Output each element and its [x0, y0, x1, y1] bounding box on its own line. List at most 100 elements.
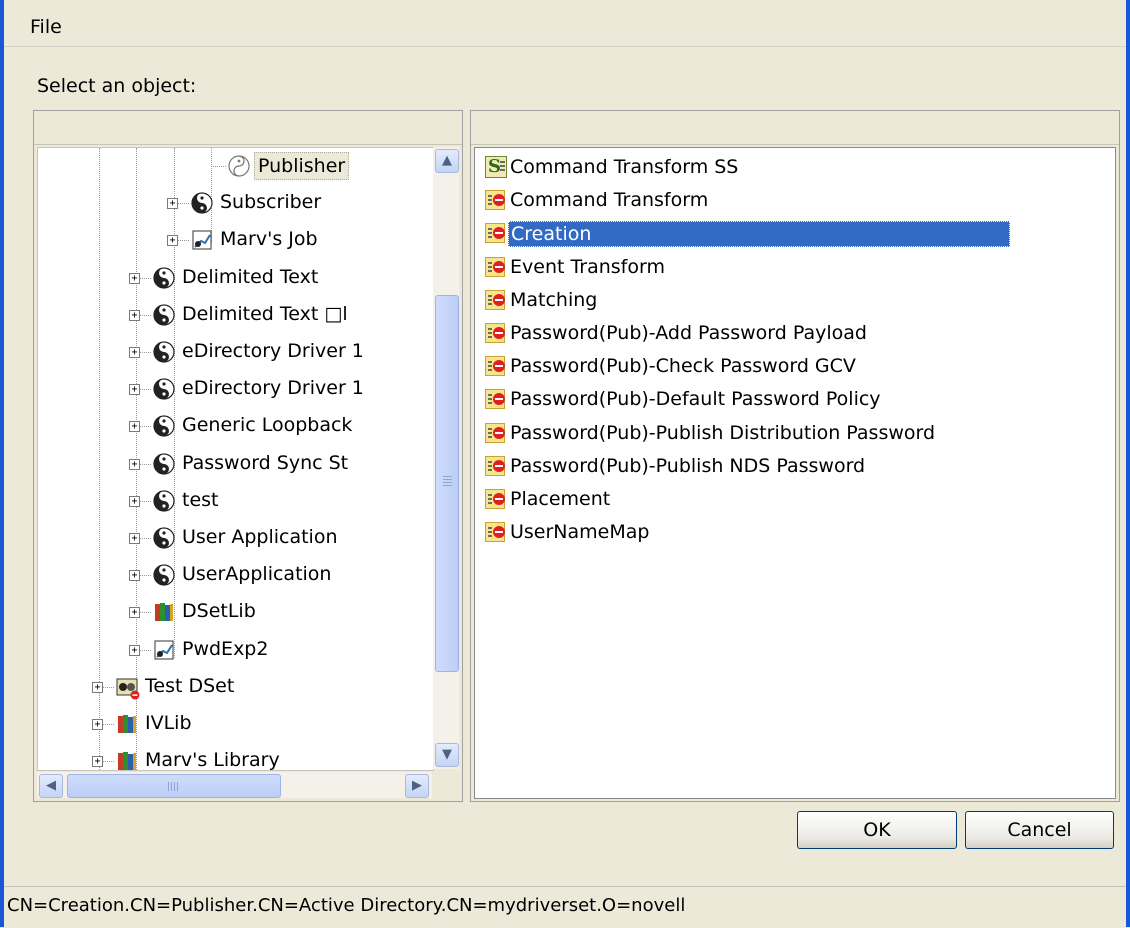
yin-yang-icon: [153, 527, 175, 549]
tree-node-label: eDirectory Driver 1: [182, 377, 364, 400]
policy-rule-icon: [485, 455, 505, 476]
expand-plus-icon[interactable]: +: [129, 644, 140, 656]
tree-node-label: Delimited Text: [182, 265, 319, 288]
vertical-scroll-thumb[interactable]: [435, 295, 459, 672]
ok-button[interactable]: OK: [797, 811, 957, 849]
scroll-up-button[interactable]: ▲: [435, 149, 459, 173]
tree-node-label: UserApplication: [182, 563, 332, 586]
list-item[interactable]: S Command Transform SS: [485, 152, 1105, 184]
tree-node[interactable]: + DSetLib: [38, 597, 433, 627]
list-item-label: Password(Pub)-Publish NDS Password: [510, 454, 866, 477]
driver-set-icon: [116, 676, 140, 700]
policy-rule-icon: [485, 356, 505, 377]
tree-node-label: User Application: [182, 526, 338, 548]
list-item[interactable]: Command Transform: [485, 185, 1105, 217]
arrow-left-icon: ◀: [46, 778, 56, 793]
job-icon: [153, 639, 175, 661]
expand-plus-icon[interactable]: +: [129, 272, 140, 284]
yin-yang-icon: [153, 266, 175, 289]
tree-vertical-scrollbar[interactable]: ▲ ▼: [433, 147, 459, 769]
expand-plus-icon[interactable]: +: [92, 756, 103, 768]
tree-node[interactable]: + eDirectory Driver 1: [38, 374, 433, 404]
policy-rule-icon: [485, 223, 505, 244]
tree-node[interactable]: + eDirectory Driver 1: [38, 337, 433, 367]
tree-node[interactable]: + User Application: [38, 523, 433, 553]
yin-yang-icon: [153, 341, 175, 363]
tree-node[interactable]: + Password Sync St: [38, 449, 433, 479]
tree-node-label: Delimited Text □l: [182, 302, 348, 325]
tree-panel: Publisher + Subscriber + Marv's Job + Delimite…: [33, 110, 463, 802]
expand-plus-icon[interactable]: +: [129, 533, 140, 544]
cancel-button[interactable]: Cancel: [965, 811, 1114, 849]
tree-node-label: Password Sync St: [182, 451, 349, 474]
list-item[interactable]: Placement: [485, 484, 1105, 516]
policy-rule-icon: [485, 522, 505, 543]
tree-node-label: DSetLib: [182, 600, 256, 623]
expand-plus-icon[interactable]: +: [92, 681, 103, 693]
tree-node[interactable]: + Marv's Job: [38, 225, 433, 255]
tree-node[interactable]: + Generic Loopback: [38, 411, 433, 441]
list-item-label: Matching: [510, 288, 598, 311]
tree-horizontal-scrollbar[interactable]: ◀ ▶: [37, 772, 432, 798]
tree-node[interactable]: + PwdExp2: [38, 635, 433, 665]
tree-node-label: test: [182, 488, 219, 511]
expand-plus-icon[interactable]: +: [129, 607, 140, 619]
list-item[interactable]: Password(Pub)-Default Password Policy: [485, 384, 1105, 416]
expand-plus-icon[interactable]: +: [129, 384, 140, 396]
list-item[interactable]: Password(Pub)-Publish NDS Password: [485, 451, 1105, 483]
tree-node[interactable]: + Test DSet: [38, 672, 433, 702]
tree-node-label: Test DSet: [145, 674, 235, 697]
tree-node-label: IVLib: [145, 712, 192, 734]
list-item[interactable]: Matching: [485, 285, 1105, 317]
object-list[interactable]: S Command Transform SS Command Transform Cr…: [474, 147, 1116, 799]
tree-node[interactable]: + Delimited Text: [38, 263, 433, 293]
expand-plus-icon[interactable]: +: [167, 198, 178, 210]
status-dn-text: CN=Creation.CN=Publisher.CN=Active Direc…: [7, 895, 686, 916]
expand-plus-icon[interactable]: +: [129, 495, 140, 507]
tree-node[interactable]: + IVLib: [38, 709, 433, 739]
list-item-label: UserNameMap: [510, 521, 650, 544]
list-item[interactable]: Password(Pub)-Check Password GCV: [485, 351, 1105, 383]
arrow-down-icon: ▼: [442, 747, 452, 762]
policy-rule-icon: [485, 256, 505, 277]
policy-rule-icon: [485, 190, 505, 211]
list-item-label: Command Transform SS: [510, 156, 739, 178]
library-books-icon: [153, 601, 175, 623]
policy-rule-icon: [485, 289, 505, 310]
expand-plus-icon[interactable]: +: [129, 347, 140, 358]
policy-rule-icon: [485, 323, 505, 343]
yin-yang-outline-icon: [228, 155, 250, 177]
expand-plus-icon[interactable]: +: [129, 570, 140, 582]
library-books-icon: [116, 713, 138, 735]
tree-node-label: Publisher: [254, 152, 350, 180]
scroll-down-button[interactable]: ▼: [435, 743, 459, 767]
tree-node[interactable]: + Subscriber: [38, 188, 433, 218]
horizontal-scroll-thumb[interactable]: [67, 774, 281, 798]
list-item[interactable]: Password(Pub)-Add Password Payload: [485, 318, 1105, 350]
list-item-label: Password(Pub)-Add Password Payload: [510, 322, 867, 344]
scroll-left-button[interactable]: ◀: [39, 774, 63, 798]
list-item[interactable]: Event Transform: [485, 252, 1105, 284]
tree-node[interactable]: + Marv's Library: [38, 746, 433, 770]
menu-file[interactable]: File: [28, 16, 64, 38]
expand-plus-icon[interactable]: +: [129, 309, 140, 321]
tree-node[interactable]: Publisher: [38, 151, 433, 181]
expand-plus-icon[interactable]: +: [129, 421, 140, 433]
yin-yang-icon: [153, 415, 175, 437]
tree-view[interactable]: Publisher + Subscriber + Marv's Job + Delimite…: [37, 147, 434, 771]
list-item-label: Password(Pub)-Default Password Policy: [510, 388, 881, 411]
expand-plus-icon[interactable]: +: [167, 235, 178, 247]
expand-plus-icon[interactable]: +: [92, 719, 103, 730]
tree-node-label: Subscriber: [220, 191, 322, 214]
yin-yang-icon: [153, 304, 175, 326]
tree-node[interactable]: + Delimited Text □l: [38, 300, 433, 330]
list-item[interactable]: Creation: [485, 218, 1105, 250]
tree-node[interactable]: + test: [38, 486, 433, 516]
tree-node-label: PwdExp2: [182, 637, 269, 660]
status-bar: CN=Creation.CN=Publisher.CN=Active Direc…: [4, 886, 1126, 928]
expand-plus-icon[interactable]: +: [129, 458, 140, 470]
list-item[interactable]: Password(Pub)-Publish Distribution Passw…: [485, 418, 1105, 450]
list-item[interactable]: UserNameMap: [485, 517, 1105, 549]
tree-node[interactable]: + UserApplication: [38, 560, 433, 590]
scroll-right-button[interactable]: ▶: [405, 774, 429, 798]
